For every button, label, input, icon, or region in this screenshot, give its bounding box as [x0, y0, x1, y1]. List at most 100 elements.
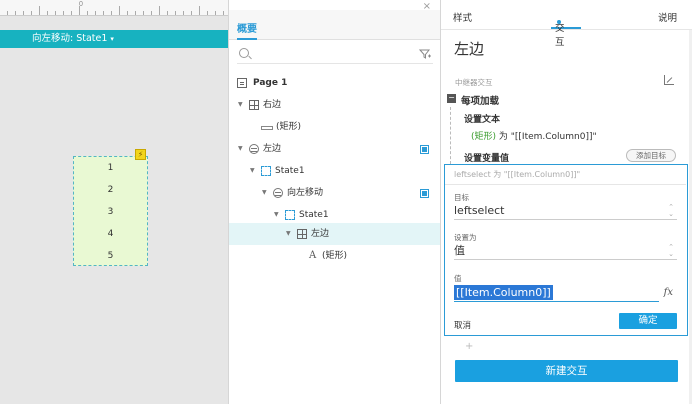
tree-item-label: 左边 — [263, 144, 282, 154]
new-interaction-button[interactable]: 新建交互 — [455, 360, 678, 382]
target-select[interactable]: leftselect ⌃ ⌄ — [454, 203, 677, 220]
set-as-value: 值 — [454, 244, 465, 257]
ruler-tick — [7, 11, 8, 15]
ruler-tick — [79, 6, 80, 15]
tree-item-page[interactable]: Page 1 — [229, 72, 441, 94]
function-icon[interactable]: fx — [664, 287, 673, 298]
chevron-down-icon[interactable]: ▾ — [110, 35, 114, 43]
dynamic-panel-icon — [249, 144, 259, 154]
text-icon: A — [309, 250, 317, 261]
chevron-down-icon[interactable]: ▼ — [286, 223, 291, 245]
filter-icon[interactable] — [419, 48, 431, 60]
ruler-tick — [215, 11, 216, 15]
value-input-text: [[Item.Column0]] — [454, 285, 553, 300]
chevron-down-icon[interactable]: ▼ — [238, 94, 243, 116]
tab-outline[interactable]: 概要 — [237, 20, 257, 40]
action-set-text[interactable]: 设置文本 — [464, 112, 500, 125]
set-as-select[interactable]: 值 ⌃ ⌄ — [454, 243, 677, 260]
tree-item-label: (矩形) — [322, 251, 348, 261]
outline-panel: × 概要 Page 1 ▼ 右边 (矩形) ▼ 左边 ▼ State1 ▼ 向左… — [228, 0, 441, 404]
outline-header: 概要 — [229, 10, 441, 40]
value-label: 值 — [454, 274, 462, 283]
tree-item-label: 向左移动 — [287, 188, 324, 198]
ruler-tick — [23, 11, 24, 15]
ruler-tick — [39, 6, 40, 15]
ruler-tick — [63, 11, 64, 15]
repeater-cell[interactable]: 3 — [74, 201, 147, 223]
action-set-text-detail[interactable]: (矩形) 为 "[[Item.Column0]]" — [471, 129, 597, 142]
ruler-tick — [71, 11, 72, 15]
action-set-variable[interactable]: 设置变量值 — [464, 151, 509, 164]
ruler-tick — [151, 11, 152, 15]
design-canvas[interactable]: 0 向左移动: State1 ▾ 1 2 3 4 5 ⚡ — [0, 0, 228, 404]
tree-item-label: (矩形) — [276, 122, 302, 132]
expand-icon[interactable] — [664, 75, 674, 85]
dynamic-panel-icon — [273, 188, 283, 198]
repeater-cell[interactable]: 1 — [74, 157, 147, 179]
action-target: (矩形) — [471, 132, 497, 142]
tree-item-panel-left[interactable]: ▼ 左边 — [229, 138, 441, 160]
tree-item-rectangle[interactable]: (矩形) — [229, 116, 441, 138]
search-icon — [239, 48, 249, 58]
target-label: 目标 — [454, 193, 469, 202]
ruler-tick — [47, 11, 48, 15]
lightning-icon[interactable]: ⚡ — [135, 149, 146, 160]
ruler-tick — [15, 11, 16, 15]
ruler-tick — [31, 11, 32, 15]
ok-button[interactable]: 确定 — [619, 313, 677, 329]
tree-item-label: 右边 — [263, 100, 282, 110]
state-icon — [261, 166, 271, 176]
set-as-label: 设置为 — [454, 233, 477, 242]
divider — [445, 184, 686, 185]
tab-notes[interactable]: 说明 — [658, 10, 677, 24]
spinner-icon: ⌃ ⌄ — [668, 243, 674, 258]
event-name[interactable]: 每项加载 — [461, 93, 499, 107]
add-action-icon[interactable]: + — [465, 341, 473, 352]
tree-item-panel-move-left[interactable]: ▼ 向左移动 — [229, 182, 441, 204]
tab-style[interactable]: 样式 — [453, 10, 472, 24]
ruler-tick — [175, 11, 176, 15]
active-dot-icon — [557, 20, 561, 24]
cancel-button[interactable]: 取消 — [454, 319, 471, 331]
visibility-toggle-icon[interactable] — [420, 189, 429, 198]
state-breadcrumb-label: 向左移动: State1 — [32, 33, 108, 44]
spinner-icon: ⌃ ⌄ — [668, 203, 674, 218]
outline-search-input[interactable] — [237, 48, 433, 64]
ruler-tick — [135, 11, 136, 15]
repeater-widget-left[interactable]: 1 2 3 4 5 — [73, 156, 148, 266]
repeater-cell[interactable]: 4 — [74, 223, 147, 245]
repeater-cell[interactable]: 5 — [74, 245, 147, 267]
ruler-tick — [207, 11, 208, 15]
ruler-tick — [223, 11, 224, 15]
chevron-down-icon[interactable]: ▼ — [262, 182, 267, 204]
panel-tabs: 样式 交互 说明 — [441, 0, 692, 48]
repeater-cell[interactable]: 2 — [74, 179, 147, 201]
ruler-tick — [183, 11, 184, 15]
action-connector-line — [450, 107, 451, 164]
section-label: 中继器交互 — [455, 78, 493, 87]
tree-item-text-rectangle[interactable]: A (矩形) — [229, 245, 441, 267]
tree-item-label: State1 — [275, 166, 305, 176]
collapse-icon[interactable]: − — [447, 94, 456, 103]
ruler-tick — [167, 11, 168, 15]
ruler-tick — [127, 11, 128, 15]
tree-item-repeater-right[interactable]: ▼ 右边 — [229, 94, 441, 116]
chevron-down-icon[interactable]: ▼ — [238, 138, 243, 160]
tree-item-state[interactable]: ▼ State1 — [229, 160, 441, 182]
widget-title[interactable]: 左边 — [454, 38, 484, 59]
horizontal-ruler: 0 — [0, 0, 228, 16]
chevron-down-icon[interactable]: ▼ — [250, 160, 255, 182]
ruler-tick — [159, 6, 160, 15]
state-breadcrumb-bar[interactable]: 向左移动: State1 ▾ — [0, 30, 228, 48]
action-detail-text: 为 "[[Item.Column0]]" — [496, 132, 597, 142]
ruler-tick — [55, 11, 56, 15]
tree-item-repeater-left-selected[interactable]: ▼ 左边 — [229, 223, 441, 245]
value-input[interactable]: [[Item.Column0]] — [454, 285, 659, 302]
tab-interaction-label: 交互 — [555, 23, 565, 48]
add-target-button[interactable]: 添加目标 — [626, 149, 676, 162]
ruler-tick — [87, 11, 88, 15]
variable-action-editor: leftselect 为 "[[Item.Column0]]" 目标 lefts… — [444, 164, 688, 336]
ruler-tick — [103, 11, 104, 15]
visibility-toggle-icon[interactable] — [420, 145, 429, 154]
tree-item-label: Page 1 — [253, 78, 288, 88]
